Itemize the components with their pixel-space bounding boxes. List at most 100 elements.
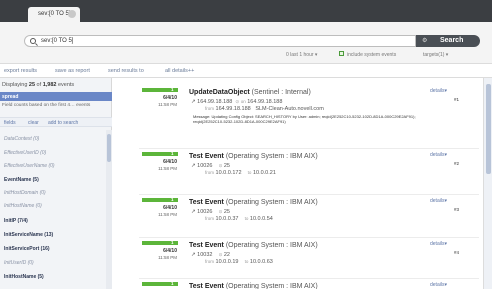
- event-name[interactable]: Test Event: [189, 153, 224, 160]
- field-item[interactable]: InitServiceName (13): [4, 232, 53, 238]
- details-link[interactable]: details▾: [430, 88, 447, 94]
- results-scroll-thumb[interactable]: [486, 84, 491, 174]
- event-host-line: from 164.99.18.188 SLM-Clean-Auto.novell…: [205, 106, 324, 112]
- event-title[interactable]: Test Event (Operating System : IBM AIX): [189, 242, 318, 249]
- sidebar-scroll-thumb[interactable]: [107, 134, 111, 162]
- target-port[interactable]: 25: [224, 209, 230, 215]
- source-ip[interactable]: 10.0.0.172: [216, 170, 242, 176]
- event-port-line: ↗ 10026 ⊙ 25: [191, 209, 230, 215]
- field-item[interactable]: InitHostName (5): [4, 274, 44, 280]
- target-port[interactable]: 25: [224, 163, 230, 169]
- details-link[interactable]: details▾: [430, 282, 447, 288]
- details-link[interactable]: details▾: [430, 198, 447, 204]
- source-ip[interactable]: 10.0.0.19: [216, 259, 239, 265]
- field-item[interactable]: InitHostName (0): [4, 203, 42, 209]
- event-date: 6/4/10: [163, 159, 177, 165]
- fields-link[interactable]: fields: [4, 120, 16, 126]
- event-time: 11:58 PM: [158, 166, 177, 171]
- initiator-port[interactable]: 10032: [197, 252, 212, 258]
- initiator-ip[interactable]: 164.99.18.188: [197, 99, 232, 105]
- event-name[interactable]: Test Event: [189, 242, 224, 249]
- dest-ip[interactable]: 10.0.0.54: [250, 216, 273, 222]
- title-bar: sev:[0 TO 5]: [0, 0, 492, 22]
- on-label: on: [240, 99, 246, 104]
- sidebar: Displaying 25 of 1,982 events spread Fie…: [0, 78, 112, 289]
- event-count: 1: [171, 240, 174, 245]
- search-button-label: Search: [440, 37, 464, 44]
- event-source: (Operating System : IBM AIX): [225, 153, 318, 160]
- target-icon: ⊙: [218, 209, 223, 214]
- search-query[interactable]: sev:[0 TO 5]: [41, 38, 73, 44]
- include-system-label: include system events: [347, 52, 397, 58]
- search-tab[interactable]: sev:[0 TO 5]: [28, 7, 80, 22]
- observer-ip[interactable]: 164.99.18.188: [216, 106, 251, 112]
- to-label: to: [244, 216, 249, 221]
- host-name[interactable]: SLM-Clean-Auto.novell.com: [255, 106, 323, 112]
- event-title[interactable]: Test Event (Operating System : IBM AIX): [189, 199, 318, 206]
- event-message: Message: Updating Config Object: SEARCH_…: [193, 114, 416, 124]
- field-item[interactable]: DataContext (0): [4, 136, 39, 142]
- clear-link[interactable]: clear: [28, 120, 39, 126]
- initiator-port[interactable]: 10026: [197, 209, 212, 215]
- close-tab-icon[interactable]: [68, 10, 76, 18]
- event-title[interactable]: Test Event (Operating System : IBM AIX): [189, 283, 318, 289]
- event-count: 1: [171, 281, 174, 286]
- from-label: from: [205, 259, 214, 264]
- time-range-select[interactable]: 0 last 1 hour ▾: [286, 52, 317, 58]
- field-item[interactable]: EffectiveUserName (0): [4, 163, 55, 169]
- row-divider: [139, 237, 479, 238]
- row-divider: [139, 278, 479, 279]
- event-date: 6/4/10: [163, 205, 177, 211]
- event-title[interactable]: UpdateDataObject (Sentinel : Internal): [189, 89, 311, 96]
- field-item[interactable]: EventName (5): [4, 177, 39, 183]
- field-item[interactable]: EffectiveUserID (0): [4, 150, 46, 156]
- event-source: (Operating System : IBM AIX): [225, 242, 318, 249]
- event-ip-line: ↗ 164.99.18.188 ⊙ on 164.99.18.188: [191, 99, 283, 105]
- event-ip-line: from 10.0.0.172 to 10.0.0.21: [205, 170, 276, 176]
- event-name[interactable]: Test Event: [189, 199, 224, 206]
- include-system-checkbox[interactable]: [339, 51, 344, 56]
- event-ip-line: from 10.0.0.37 to 10.0.0.54: [205, 216, 273, 222]
- initiator-port[interactable]: 10026: [197, 163, 212, 169]
- event-index: #4: [454, 250, 460, 255]
- event-source: (Operating System : IBM AIX): [225, 283, 318, 289]
- event-port-line: ↗ 10026 ⊙ 25: [191, 163, 230, 169]
- source-ip[interactable]: 10.0.0.37: [216, 216, 239, 222]
- export-results-link[interactable]: export results: [4, 68, 37, 74]
- search-input[interactable]: sev:[0 TO 5]: [24, 35, 416, 47]
- save-as-report-link[interactable]: save as report: [55, 68, 90, 74]
- event-time: 11:58 PM: [158, 212, 177, 217]
- target-icon: ⊙: [235, 99, 240, 104]
- event-index: #2: [454, 161, 460, 166]
- targets-select[interactable]: targets(1) ▾: [423, 52, 448, 58]
- event-index: #1: [454, 97, 460, 102]
- field-item[interactable]: InitUserID (0): [4, 260, 34, 266]
- details-link[interactable]: details▾: [430, 241, 447, 247]
- dest-ip[interactable]: 10.0.0.21: [253, 170, 276, 176]
- field-item[interactable]: InitServicePort (16): [4, 246, 50, 252]
- event-ip-line: from 10.0.0.19 to 10.0.0.63: [205, 259, 273, 265]
- details-link[interactable]: details▾: [430, 152, 447, 158]
- field-item[interactable]: InitIP (7/4): [4, 218, 28, 224]
- add-to-search-link[interactable]: add to search: [48, 120, 78, 126]
- event-name[interactable]: Test Event: [189, 283, 224, 289]
- event-date: 6/4/10: [163, 95, 177, 101]
- field-count-note: Field counts based on the first 4… event…: [2, 103, 91, 108]
- send-results-link[interactable]: send results to: [108, 68, 144, 74]
- gear-icon[interactable]: ⚙: [422, 37, 429, 44]
- dest-ip[interactable]: 10.0.0.63: [250, 259, 273, 265]
- event-time: 11:58 PM: [158, 255, 177, 260]
- search-button[interactable]: ⚙ Search: [416, 35, 480, 47]
- results-scrollbar[interactable]: [483, 78, 492, 289]
- tab-label: sev:[0 TO 5]: [38, 11, 71, 17]
- results-toolbar: export results save as report send resul…: [0, 64, 492, 78]
- event-name[interactable]: UpdateDataObject: [189, 89, 250, 96]
- event-time: 11:58 PM: [158, 102, 177, 107]
- target-port[interactable]: 22: [224, 252, 230, 258]
- event-date: 6/4/10: [163, 248, 177, 254]
- all-details-link[interactable]: all details++: [165, 68, 194, 74]
- target-ip[interactable]: 164.99.18.188: [247, 99, 282, 105]
- field-item[interactable]: InitHostDomain (0): [4, 190, 46, 196]
- event-title[interactable]: Test Event (Operating System : IBM AIX): [189, 153, 318, 160]
- sidebar-scrollbar[interactable]: [106, 130, 112, 289]
